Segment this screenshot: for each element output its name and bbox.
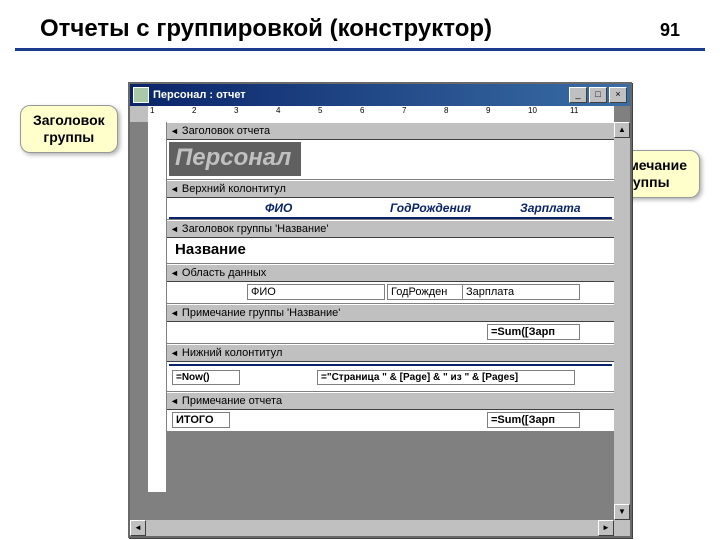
group-sum-field[interactable]: =Sum([Зарп (487, 324, 580, 340)
close-button[interactable]: × (609, 87, 627, 103)
header-underline (169, 217, 612, 219)
detail-year-field[interactable]: ГодРожден (387, 284, 465, 300)
footer-overline (169, 364, 612, 366)
header-label-salary[interactable]: Зарплата (517, 200, 584, 216)
maximize-button[interactable]: □ (589, 87, 607, 103)
scrollbar-corner (614, 520, 630, 536)
section-bar-report-footer[interactable]: ◄Примечание отчета (167, 392, 614, 410)
pages-field[interactable]: ="Страница " & [Page] & " из " & [Pages] (317, 370, 575, 385)
section-bar-report-header[interactable]: ◄Заголовок отчета (167, 122, 614, 140)
report-designer-window: Персонал : отчет _ □ × 1234567891011 ◄За… (128, 82, 632, 538)
section-bar-page-header[interactable]: ◄Верхний колонтитул (167, 180, 614, 198)
page-number: 91 (660, 20, 680, 41)
scroll-up-button[interactable]: ▲ (614, 122, 630, 138)
now-field[interactable]: =Now() (172, 370, 240, 385)
scroll-left-button[interactable]: ◄ (130, 520, 146, 536)
report-sum-field[interactable]: =Sum([Зарп (487, 412, 580, 428)
section-bar-group-footer[interactable]: ◄Примечание группы 'Название' (167, 304, 614, 322)
horizontal-scrollbar[interactable]: ◄ ► (130, 520, 614, 536)
titlebar[interactable]: Персонал : отчет _ □ × (130, 84, 630, 106)
group-name-field[interactable]: Название (172, 240, 249, 259)
header-label-fio[interactable]: ФИО (262, 200, 295, 216)
vertical-scrollbar[interactable]: ▲ ▼ (614, 122, 630, 520)
total-label[interactable]: ИТОГО (172, 412, 230, 428)
section-bar-page-footer[interactable]: ◄Нижний колонтитул (167, 344, 614, 362)
horizontal-ruler[interactable]: 1234567891011 (148, 106, 614, 123)
report-title-label[interactable]: Персонал (169, 142, 301, 176)
report-icon (133, 87, 149, 103)
work-area: 1234567891011 ◄Заголовок отчета Персонал… (130, 106, 630, 536)
scroll-right-button[interactable]: ► (598, 520, 614, 536)
minimize-button[interactable]: _ (569, 87, 587, 103)
ruler-corner[interactable] (130, 106, 149, 123)
section-bar-group-header[interactable]: ◄Заголовок группы 'Название' (167, 220, 614, 238)
slide-title: Отчеты с группировкой (конструктор) (40, 15, 492, 43)
scroll-down-button[interactable]: ▼ (614, 504, 630, 520)
detail-fio-field[interactable]: ФИО (247, 284, 385, 300)
callout-group-header: Заголовок группы (20, 105, 118, 153)
detail-salary-field[interactable]: Зарплата (462, 284, 580, 300)
window-title: Персонал : отчет (153, 89, 567, 101)
slide-heading: Отчеты с группировкой (конструктор) 91 (15, 0, 705, 51)
header-label-year[interactable]: ГодРождения (387, 200, 474, 216)
section-bar-detail[interactable]: ◄Область данных (167, 264, 614, 282)
design-surface[interactable]: ◄Заголовок отчета Персонал ◄Верхний коло… (148, 122, 614, 520)
